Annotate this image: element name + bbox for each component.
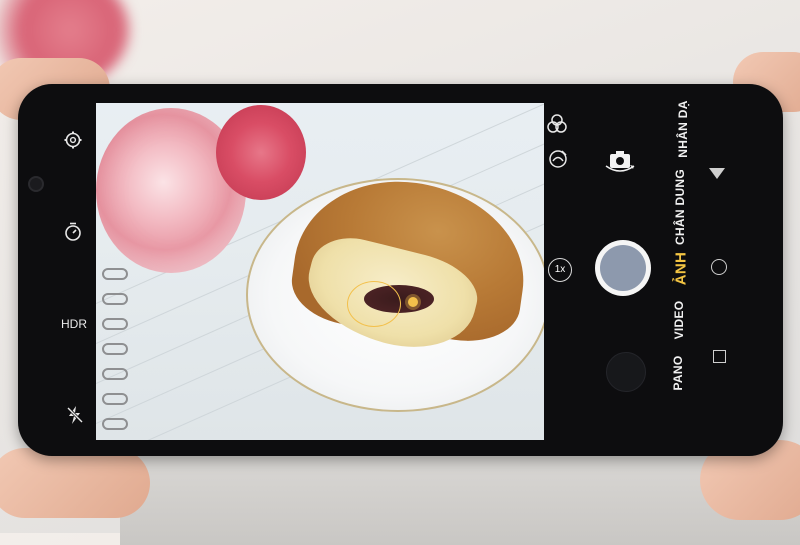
mode-portrait[interactable]: CHÂN DUNG — [673, 167, 687, 247]
filter-icon[interactable] — [546, 113, 568, 140]
hdr-button[interactable]: HDR — [61, 317, 87, 331]
mode-photo[interactable]: ẢNH — [673, 244, 690, 294]
gallery-thumbnail[interactable] — [606, 352, 646, 392]
home-circle-icon[interactable] — [711, 259, 727, 275]
beauty-icon[interactable] — [547, 148, 569, 175]
camera-viewfinder[interactable] — [96, 103, 544, 440]
notebook-spiral — [102, 318, 128, 330]
switch-camera-icon[interactable] — [603, 148, 637, 181]
flash-off-icon[interactable] — [66, 405, 84, 430]
back-triangle-icon[interactable] — [709, 168, 725, 179]
notebook-spiral — [102, 343, 128, 355]
notebook-spiral — [102, 293, 128, 305]
zoom-button[interactable]: 1x — [548, 258, 572, 282]
left-bottom-finger — [0, 448, 150, 518]
notebook-spiral — [102, 418, 128, 430]
gear-icon[interactable] — [63, 130, 83, 155]
notebook-spiral — [102, 268, 128, 280]
notebook-spiral — [102, 368, 128, 380]
shutter-button-inner[interactable] — [600, 245, 646, 291]
background-notebook — [120, 455, 800, 545]
mode-video[interactable]: VIDEO — [672, 292, 686, 348]
red-paper-flower — [216, 105, 306, 200]
focus-ring[interactable] — [347, 281, 401, 327]
exposure-dot[interactable] — [408, 297, 418, 307]
timer-icon[interactable] — [64, 222, 82, 247]
mode-night[interactable]: NHÂN DẠ — [676, 94, 690, 164]
mode-pano[interactable]: PANO — [671, 349, 685, 397]
front-camera-notch — [28, 176, 44, 192]
recents-square-icon[interactable] — [713, 350, 726, 363]
notebook-spiral — [102, 393, 128, 405]
